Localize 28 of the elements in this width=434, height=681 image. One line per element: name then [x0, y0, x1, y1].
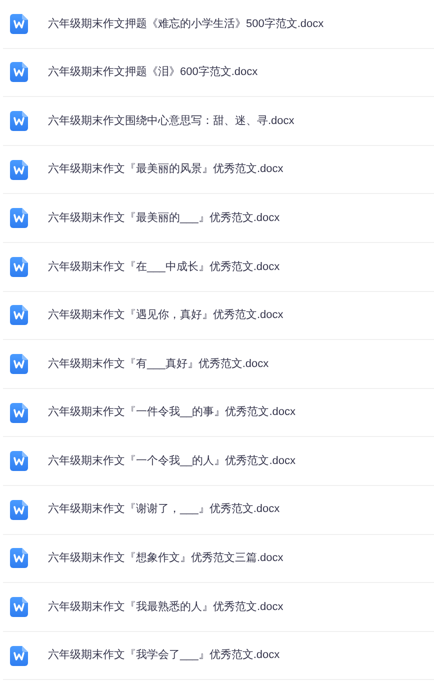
word-document-icon: [10, 62, 28, 82]
file-name[interactable]: 六年级期末作文『我学会了___』优秀范文.docx: [48, 647, 280, 664]
file-name[interactable]: 六年级期末作文『我最熟悉的人』优秀范文.docx: [48, 598, 284, 616]
file-name[interactable]: 六年级期末作文『在___中成长』优秀范文.docx: [48, 258, 280, 276]
file-name[interactable]: 六年级期末作文『谢谢了，___』优秀范文.docx: [48, 501, 280, 518]
word-document-icon: [10, 14, 28, 34]
file-name[interactable]: 六年级期末作文『有___真好』优秀范文.docx: [48, 356, 269, 372]
file-name[interactable]: 六年级期末作文『最美丽的风景』优秀范文.docx: [48, 161, 284, 178]
file-name[interactable]: 六年级期末作文『一个令我__的人』优秀范文.docx: [48, 452, 296, 470]
word-document-icon: [10, 110, 28, 131]
file-name[interactable]: 六年级期末作文『一件令我__的事』优秀范文.docx: [48, 404, 296, 421]
word-document-icon: [10, 596, 28, 617]
word-document-icon: [10, 451, 28, 472]
file-name[interactable]: 六年级期末作文押题《难忘的小学生活》500字范文.docx: [48, 16, 324, 32]
word-document-icon: [10, 160, 28, 180]
word-document-icon: [10, 548, 28, 568]
word-document-icon: [10, 500, 28, 520]
word-document-icon: [10, 305, 28, 326]
word-document-icon: [10, 256, 28, 277]
word-document-icon: [10, 402, 28, 423]
file-name[interactable]: 六年级期末作文围绕中心意思写：甜、迷、寻.docx: [48, 112, 294, 130]
file-name[interactable]: 六年级期末作文『遇见你，真好』优秀范文.docx: [48, 307, 284, 324]
file-name[interactable]: 六年级期末作文『想象作文』优秀范文三篇.docx: [48, 550, 284, 567]
file-name[interactable]: 六年级期末作文押题《泪》600字范文.docx: [48, 64, 258, 81]
word-document-icon: [10, 354, 28, 374]
word-document-icon: [10, 208, 28, 228]
word-document-icon: [10, 646, 28, 666]
file-name[interactable]: 六年级期末作文『最美丽的___』优秀范文.docx: [48, 210, 280, 226]
